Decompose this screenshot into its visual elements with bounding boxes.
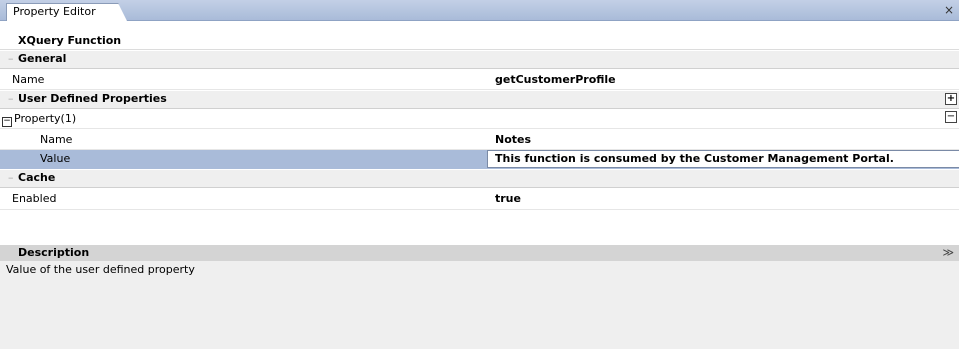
tab-label: Property Editor — [13, 5, 96, 18]
object-title: XQuery Function — [0, 31, 959, 50]
tab-property-editor[interactable]: Property Editor — [6, 3, 127, 21]
collapse-icon[interactable]: – — [8, 51, 14, 67]
description-header[interactable]: Description ≫ — [0, 245, 959, 261]
property-group-label: Property(1) — [14, 112, 77, 125]
section-cache-label: Cache — [18, 171, 56, 184]
section-user-defined-label: User Defined Properties — [18, 92, 167, 105]
property-row-value[interactable]: Value This function is consumed by the C… — [0, 150, 959, 169]
property-group[interactable]: − Property(1) — [2, 109, 76, 129]
property-key: Value — [40, 152, 71, 165]
description-title: Description — [18, 246, 90, 259]
collapse-icon[interactable]: – — [8, 91, 14, 107]
property-row-name[interactable]: Name Notes — [0, 130, 959, 150]
description-text: Value of the user defined property — [6, 263, 195, 276]
property-key: Enabled — [12, 192, 57, 205]
collapse-box-icon[interactable]: − — [2, 117, 12, 127]
property-row-name[interactable]: Name getCustomerProfile — [0, 69, 959, 90]
description-panel: Value of the user defined property — [0, 261, 959, 349]
tab-bar: Property Editor × — [0, 0, 959, 21]
property-group-row[interactable]: − Property(1) − — [0, 109, 959, 129]
property-value[interactable]: getCustomerProfile — [495, 69, 616, 90]
collapse-chevron-icon[interactable]: ≫ — [942, 245, 954, 261]
value-edit-field[interactable]: This function is consumed by the Custome… — [487, 150, 959, 168]
property-value[interactable]: Notes — [495, 130, 531, 150]
close-icon[interactable]: × — [944, 3, 954, 17]
property-row-enabled[interactable]: Enabled true — [0, 188, 959, 210]
section-general[interactable]: – General — [0, 51, 959, 69]
collapse-icon[interactable]: – — [8, 170, 14, 186]
section-cache[interactable]: – Cache — [0, 170, 959, 188]
property-key: Name — [40, 133, 73, 146]
section-general-label: General — [18, 52, 67, 65]
remove-property-button[interactable]: − — [945, 111, 957, 123]
add-property-button[interactable]: + — [945, 93, 957, 105]
property-value[interactable]: true — [495, 188, 521, 210]
property-key: Name — [12, 73, 45, 86]
section-user-defined-properties[interactable]: – User Defined Properties + — [0, 91, 959, 109]
property-value[interactable]: This function is consumed by the Custome… — [495, 151, 894, 167]
